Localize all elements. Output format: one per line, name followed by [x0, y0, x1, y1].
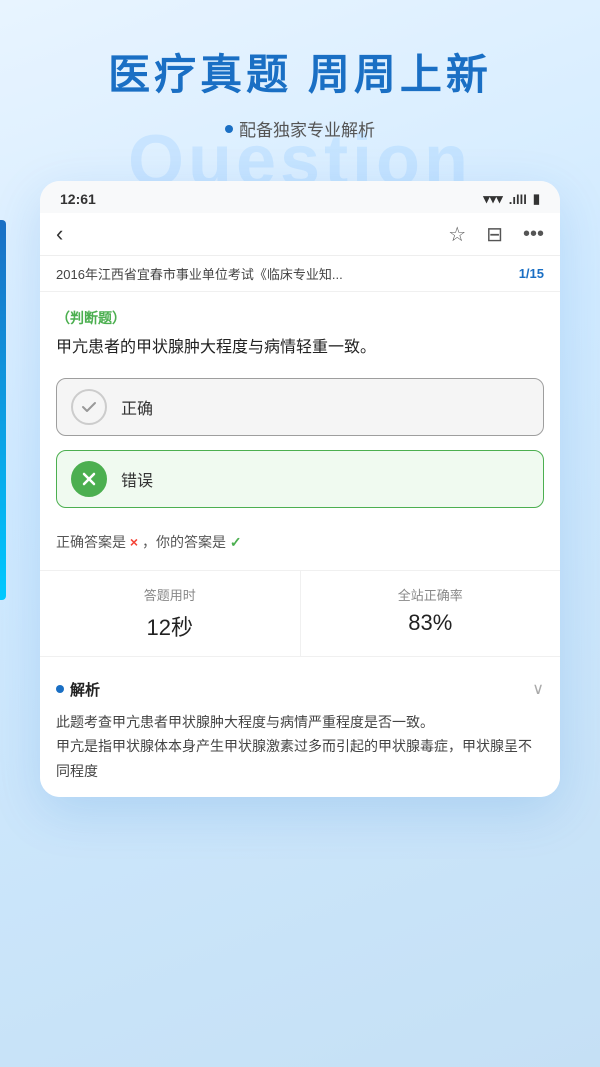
signal-icon: .ılll	[509, 192, 527, 207]
hero-section: 医疗真题 周周上新 配备独家专业解析	[0, 0, 600, 161]
breadcrumb-title: 2016年江西省宜春市事业单位考试《临床专业知...	[56, 264, 511, 283]
option-correct[interactable]: 正确	[56, 378, 544, 436]
nav-icons: ☆ ⊟ •••	[448, 222, 544, 247]
x-icon	[80, 470, 98, 488]
analysis-header[interactable]: 解析 ∨	[56, 679, 544, 700]
option-wrong-circle	[71, 461, 107, 497]
stat-time-label: 答题用时	[50, 585, 290, 604]
user-answer-mark: ✓	[230, 534, 242, 550]
list-button[interactable]: ⊟	[486, 222, 503, 247]
answer-result: 正确答案是 × ，你的答案是 ✓	[40, 522, 560, 562]
breadcrumb-bar: 2016年江西省宜春市事业单位考试《临床专业知... 1/15	[40, 256, 560, 292]
option-wrong[interactable]: 错误	[56, 450, 544, 508]
analysis-section: 解析 ∨ 此题考查甲亢患者甲状腺肿大程度与病情严重程度是否一致。甲亢是指甲状腺体…	[40, 665, 560, 798]
stat-accuracy: 全站正确率 83%	[301, 571, 561, 656]
chevron-down-icon[interactable]: ∨	[532, 679, 544, 699]
stat-accuracy-label: 全站正确率	[311, 585, 551, 604]
option-correct-label: 正确	[121, 395, 153, 419]
subtitle-text: 配备独家专业解析	[239, 116, 375, 141]
check-outline-icon	[80, 398, 98, 416]
stat-time-value: 12秒	[50, 610, 290, 642]
analysis-dot	[56, 685, 64, 693]
stat-accuracy-value: 83%	[311, 610, 551, 636]
stats-row: 答题用时 12秒 全站正确率 83%	[40, 570, 560, 657]
option-wrong-label: 错误	[121, 467, 153, 491]
phone-card: 12:61 ▾▾▾ .ılll ▮ ‹ ☆ ⊟ ••• 2016年江西省宜春市事…	[40, 181, 560, 797]
star-button[interactable]: ☆	[448, 222, 466, 247]
battery-icon: ▮	[533, 191, 540, 207]
stat-time: 答题用时 12秒	[40, 571, 301, 656]
option-correct-circle	[71, 389, 107, 425]
page-count: 1/15	[519, 266, 544, 281]
question-area: （判断题） 甲亢患者的甲状腺肿大程度与病情轻重一致。 正确 错误	[40, 292, 560, 507]
question-type: （判断题）	[56, 308, 544, 328]
question-text: 甲亢患者的甲状腺肿大程度与病情轻重一致。	[56, 334, 544, 361]
status-time: 12:61	[60, 191, 96, 207]
analysis-text: 此题考查甲亢患者甲状腺肿大程度与病情严重程度是否一致。甲亢是指甲状腺体本身产生甲…	[56, 710, 544, 784]
more-button[interactable]: •••	[523, 223, 544, 246]
analysis-title-wrap: 解析	[56, 679, 100, 700]
correct-answer-mark: ×	[130, 534, 138, 550]
back-button[interactable]: ‹	[56, 221, 63, 247]
hero-subtitle: 配备独家专业解析	[30, 116, 570, 141]
hero-title: 医疗真题 周周上新	[30, 50, 570, 100]
analysis-title: 解析	[70, 679, 100, 700]
status-bar: 12:61 ▾▾▾ .ılll ▮	[40, 181, 560, 213]
decorative-left-bar	[0, 220, 6, 600]
status-icons: ▾▾▾ .ılll ▮	[483, 191, 540, 207]
bullet-dot	[225, 125, 233, 133]
nav-bar: ‹ ☆ ⊟ •••	[40, 213, 560, 256]
wifi-icon: ▾▾▾	[483, 191, 503, 207]
